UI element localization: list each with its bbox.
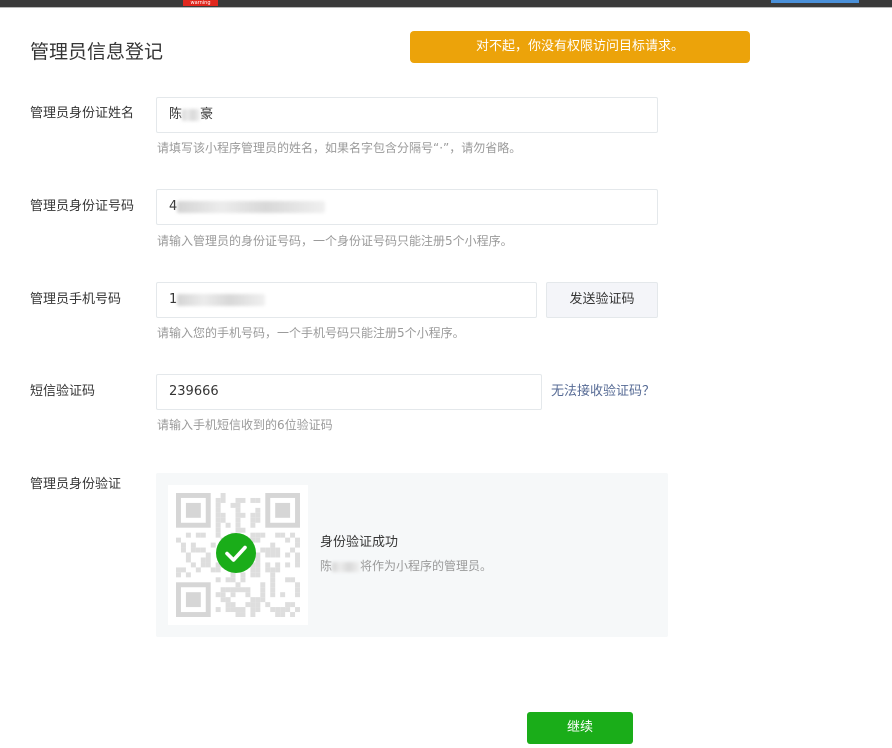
phone-input[interactable]: 1 (156, 282, 537, 318)
top-bar-divider (0, 7, 892, 8)
id-number-label: 管理员身份证号码 (30, 199, 135, 214)
warning-tag: warning (183, 0, 218, 6)
page-title: 管理员信息登记 (30, 41, 164, 63)
name-redaction (182, 108, 201, 121)
check-icon (216, 533, 256, 573)
name-label: 管理员身份证姓名 (30, 106, 135, 121)
permission-alert: 对不起，你没有权限访问目标请求。 (410, 31, 750, 63)
phone-hint: 请输入您的手机号码，一个手机号码只能注册5个小程序。 (157, 326, 465, 340)
identity-verify-label: 管理员身份验证 (30, 477, 122, 492)
name-value-end: 豪 (200, 107, 214, 122)
send-code-button[interactable]: 发送验证码 (546, 282, 658, 318)
phone-value-start: 1 (169, 292, 178, 307)
sms-code-hint: 请输入手机短信收到的6位验证码 (157, 418, 333, 432)
verify-status-desc: 陈 将作为小程序的管理员。 (320, 557, 492, 575)
name-hint: 请填写该小程序管理员的姓名，如果名字包含分隔号“·”，请勿省略。 (157, 141, 522, 155)
id-number-redaction (177, 200, 326, 213)
top-bar (0, 0, 892, 7)
sms-code-input[interactable]: 239666 (156, 374, 542, 410)
cannot-receive-code-link[interactable]: 无法接收验证码？ (551, 383, 655, 401)
name-value-start: 陈 (169, 107, 183, 122)
verify-name-start: 陈 (320, 559, 333, 573)
qr-code-icon (168, 485, 308, 625)
continue-button[interactable]: 继续 (527, 712, 633, 744)
id-number-value-start: 4 (169, 199, 178, 214)
id-number-hint: 请输入管理员的身份证号码，一个身份证号码只能注册5个小程序。 (157, 234, 513, 248)
verify-status-title: 身份验证成功 (320, 535, 399, 550)
id-number-input[interactable]: 4 (156, 189, 658, 225)
verify-name-redaction (332, 561, 361, 572)
phone-label: 管理员手机号码 (30, 292, 122, 307)
sms-code-label: 短信验证码 (30, 384, 96, 399)
verify-desc-text: 将作为小程序的管理员。 (360, 559, 493, 573)
identity-verify-panel: 身份验证成功 陈 将作为小程序的管理员。 (156, 473, 668, 637)
top-bar-button[interactable] (771, 0, 859, 3)
name-input[interactable]: 陈豪 (156, 97, 658, 133)
phone-redaction (177, 293, 266, 306)
